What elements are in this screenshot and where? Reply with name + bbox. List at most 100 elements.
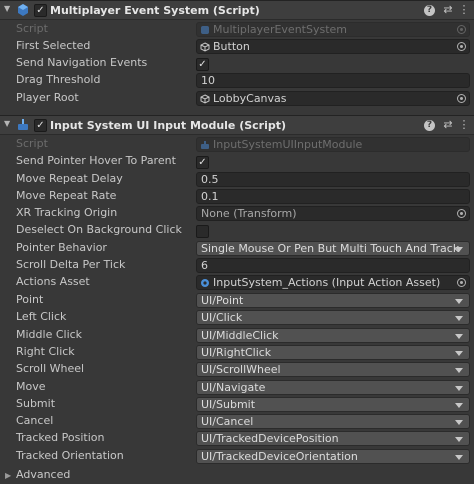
pointer-behavior-value: Single Mouse Or Pen But Multi Touch And … bbox=[201, 242, 460, 255]
repeat-rate-input[interactable]: 0.1 bbox=[196, 189, 470, 204]
player-root-field[interactable]: LobbyCanvas bbox=[196, 91, 470, 106]
xr-origin-field[interactable]: None (Transform) bbox=[196, 206, 470, 221]
script-field: MultiplayerEventSystem bbox=[196, 22, 470, 37]
gameobject-cube-icon bbox=[200, 42, 210, 52]
action-row: Submit UI/Submit bbox=[0, 396, 474, 413]
script-value: InputSystemUIInputModule bbox=[213, 138, 363, 151]
repeat-delay-input[interactable]: 0.5 bbox=[196, 172, 470, 187]
xr-origin-label: XR Tracking Origin bbox=[16, 206, 118, 219]
row-deselect: Deselect On Background Click bbox=[0, 222, 474, 239]
action-value: UI/Navigate bbox=[201, 380, 266, 394]
script-label: Script bbox=[16, 22, 48, 35]
actions-asset-field[interactable]: InputSystem_Actions (Input Action Asset) bbox=[196, 275, 470, 290]
dropdown-arrow-icon bbox=[455, 385, 463, 391]
row-hover-parent: Send Pointer Hover To Parent ✓ bbox=[0, 153, 474, 170]
xr-origin-value: None (Transform) bbox=[201, 207, 297, 220]
action-value: UI/MiddleClick bbox=[201, 328, 279, 342]
action-dropdown[interactable]: UI/TrackedDeviceOrientation bbox=[196, 448, 470, 464]
component-enabled-checkbox[interactable]: ✓ bbox=[34, 4, 47, 17]
advanced-label: Advanced bbox=[16, 468, 71, 481]
script-icon bbox=[18, 119, 28, 130]
action-label: Left Click bbox=[16, 310, 67, 324]
dropdown-arrow-icon bbox=[455, 420, 463, 426]
row-advanced[interactable]: ▶ Advanced bbox=[0, 467, 474, 484]
object-picker-icon bbox=[457, 25, 466, 34]
dropdown-arrow-icon bbox=[455, 402, 463, 408]
action-label: Scroll Wheel bbox=[16, 362, 85, 376]
action-label: Right Click bbox=[16, 344, 75, 358]
action-value: UI/ScrollWheel bbox=[201, 363, 281, 377]
action-row: Left Click UI/Click bbox=[0, 309, 474, 326]
action-dropdown[interactable]: UI/Point bbox=[196, 293, 470, 308]
player-root-value: LobbyCanvas bbox=[213, 92, 287, 105]
script-icon bbox=[18, 4, 28, 16]
object-picker-icon[interactable] bbox=[457, 278, 466, 287]
scroll-delta-input[interactable]: 6 bbox=[196, 258, 470, 273]
foldout-arrow-icon[interactable]: ▶ bbox=[5, 471, 11, 480]
action-label: Submit bbox=[16, 396, 56, 410]
action-value: UI/TrackedDevicePosition bbox=[201, 432, 339, 446]
first-selected-field[interactable]: Button bbox=[196, 39, 470, 54]
action-dropdown[interactable]: UI/Cancel bbox=[196, 414, 470, 430]
row-script: Script InputSystemUIInputModule bbox=[0, 136, 474, 153]
help-icon[interactable]: ? bbox=[424, 5, 435, 16]
presets-icon[interactable]: ⇄ bbox=[441, 118, 455, 132]
action-dropdown[interactable]: UI/MiddleClick bbox=[196, 327, 470, 343]
hover-parent-checkbox[interactable]: ✓ bbox=[196, 156, 209, 169]
action-label: Tracked Orientation bbox=[16, 448, 124, 462]
row-repeat-delay: Move Repeat Delay 0.5 bbox=[0, 171, 474, 188]
dropdown-arrow-icon bbox=[455, 333, 463, 339]
row-send-navigation: Send Navigation Events ✓ bbox=[0, 55, 474, 72]
action-row: Tracked Orientation UI/TrackedDeviceOrien… bbox=[0, 448, 474, 465]
dropdown-arrow-icon bbox=[455, 247, 463, 252]
action-dropdown[interactable]: UI/Navigate bbox=[196, 379, 470, 395]
action-value: UI/Submit bbox=[201, 397, 256, 411]
row-player-root: Player Root LobbyCanvas bbox=[0, 90, 474, 107]
action-value: UI/Cancel bbox=[201, 415, 254, 429]
foldout-arrow-icon[interactable]: ▼ bbox=[4, 119, 10, 128]
component-title: Multiplayer Event System (Script) bbox=[50, 4, 260, 17]
context-menu-icon[interactable]: ⋮ bbox=[457, 118, 471, 132]
action-row: Middle Click UI/MiddleClick bbox=[0, 327, 474, 344]
action-label: Move bbox=[16, 379, 46, 393]
script-value: MultiplayerEventSystem bbox=[213, 23, 347, 36]
row-first-selected: First Selected Button bbox=[0, 38, 474, 55]
dropdown-arrow-icon bbox=[455, 316, 463, 322]
action-value: UI/Click bbox=[201, 311, 243, 325]
object-picker-icon[interactable] bbox=[457, 209, 466, 218]
deselect-checkbox[interactable] bbox=[196, 225, 209, 238]
object-picker-icon[interactable] bbox=[457, 42, 466, 51]
row-drag-threshold: Drag Threshold 10 bbox=[0, 72, 474, 89]
input-action-asset-icon bbox=[201, 279, 209, 287]
action-label: Cancel bbox=[16, 414, 54, 428]
action-dropdown[interactable]: UI/Submit bbox=[196, 396, 470, 412]
component-header-input-module[interactable]: ▼ ✓ Input System UI Input Module (Script… bbox=[0, 115, 474, 135]
object-picker-icon[interactable] bbox=[457, 94, 466, 103]
deselect-label: Deselect On Background Click bbox=[16, 223, 182, 236]
context-menu-icon[interactable]: ⋮ bbox=[457, 3, 471, 17]
action-label: Tracked Position bbox=[16, 431, 105, 445]
actions-asset-value: InputSystem_Actions (Input Action Asset) bbox=[213, 276, 441, 289]
help-icon[interactable]: ? bbox=[424, 120, 435, 131]
gameobject-cube-icon bbox=[200, 94, 210, 104]
row-repeat-rate: Move Repeat Rate 0.1 bbox=[0, 188, 474, 205]
dropdown-arrow-icon bbox=[455, 437, 463, 443]
action-dropdown[interactable]: UI/TrackedDevicePosition bbox=[196, 431, 470, 447]
row-scroll-delta: Scroll Delta Per Tick 6 bbox=[0, 257, 474, 274]
component-header-multiplayer-event-system[interactable]: ▼ ✓ Multiplayer Event System (Script) ? … bbox=[0, 0, 474, 20]
row-xr-origin: XR Tracking Origin None (Transform) bbox=[0, 205, 474, 222]
presets-icon[interactable]: ⇄ bbox=[441, 3, 455, 17]
drag-threshold-input[interactable]: 10 bbox=[196, 73, 470, 88]
dropdown-arrow-icon bbox=[455, 299, 463, 304]
action-dropdown[interactable]: UI/ScrollWheel bbox=[196, 362, 470, 378]
action-row: Point UI/Point bbox=[0, 292, 474, 309]
send-navigation-checkbox[interactable]: ✓ bbox=[196, 58, 209, 71]
row-script: Script MultiplayerEventSystem bbox=[0, 21, 474, 38]
action-dropdown[interactable]: UI/RightClick bbox=[196, 344, 470, 360]
action-dropdown[interactable]: UI/Click bbox=[196, 310, 470, 326]
component-enabled-checkbox[interactable]: ✓ bbox=[34, 119, 47, 132]
repeat-delay-label: Move Repeat Delay bbox=[16, 172, 123, 185]
first-selected-label: First Selected bbox=[16, 39, 91, 52]
foldout-arrow-icon[interactable]: ▼ bbox=[4, 4, 10, 13]
pointer-behavior-dropdown[interactable]: Single Mouse Or Pen But Multi Touch And … bbox=[196, 241, 470, 256]
